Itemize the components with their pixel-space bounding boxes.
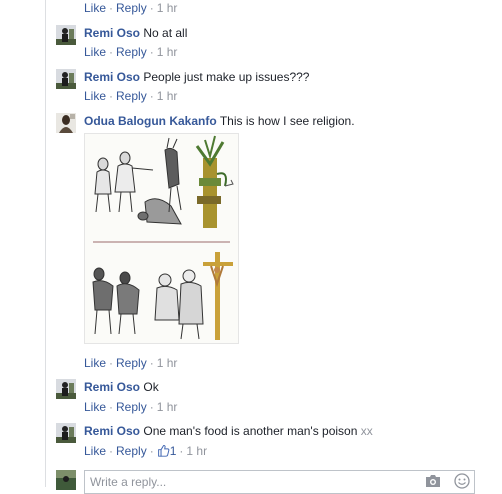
cartoon-image[interactable] <box>84 133 239 344</box>
timestamp[interactable]: 1 hr <box>157 89 178 103</box>
avatar[interactable] <box>56 69 76 89</box>
author-name[interactable]: Remi Oso <box>84 424 140 438</box>
reply-link[interactable]: Reply <box>116 1 147 15</box>
reply-link[interactable]: Reply <box>116 89 147 103</box>
my-avatar <box>56 470 76 490</box>
reply-box <box>84 470 475 494</box>
like-count[interactable]: 1 <box>157 444 176 458</box>
action-row: Like · Reply · 1 hr <box>84 356 178 370</box>
author-name[interactable]: Remi Oso <box>84 380 140 394</box>
action-row: Like · Reply · 1 · 1 hr <box>84 444 208 458</box>
author-name[interactable]: Remi Oso <box>84 70 140 84</box>
timestamp[interactable]: 1 hr <box>157 45 178 59</box>
comment-body: Remi Oso One man's food is another man's… <box>84 424 373 439</box>
comment-body: Remi Oso People just make up issues??? <box>84 70 309 85</box>
comment-text: This is how I see religion. <box>219 114 355 128</box>
author-name[interactable]: Odua Balogun Kakanfo <box>84 114 217 128</box>
like-link[interactable]: Like <box>84 444 106 458</box>
action-row: Like · Reply · 1 hr <box>84 45 178 59</box>
comment-text: One man's food is another man's poison x… <box>143 424 373 438</box>
avatar[interactable] <box>56 113 76 133</box>
avatar[interactable] <box>56 25 76 45</box>
reply-link[interactable]: Reply <box>116 45 147 59</box>
camera-icon[interactable] <box>425 474 441 488</box>
comment-body: Remi Oso Ok <box>84 380 159 395</box>
action-row: Like · Reply · 1 hr <box>84 400 178 414</box>
like-link[interactable]: Like <box>84 45 106 59</box>
avatar[interactable] <box>56 423 76 443</box>
reply-input[interactable] <box>90 474 410 490</box>
like-link[interactable]: Like <box>84 89 106 103</box>
comment-text: People just make up issues??? <box>143 70 310 84</box>
comment-text: Ok <box>143 380 159 394</box>
thumbs-up-icon <box>157 445 170 457</box>
reply-link[interactable]: Reply <box>116 356 147 370</box>
comment-body: Remi Oso No at all <box>84 26 187 41</box>
reply-link[interactable]: Reply <box>116 444 147 458</box>
action-row-top: Like · Reply · 1 hr <box>84 1 178 15</box>
timestamp[interactable]: 1 hr <box>186 444 207 458</box>
timestamp[interactable]: 1 hr <box>157 400 178 414</box>
like-link[interactable]: Like <box>84 400 106 414</box>
timestamp[interactable]: 1 hr <box>157 356 178 370</box>
comment-text: No at all <box>143 26 188 40</box>
like-link[interactable]: Like <box>84 356 106 370</box>
thread-line <box>45 0 46 487</box>
action-row: Like · Reply · 1 hr <box>84 89 178 103</box>
like-link[interactable]: Like <box>84 1 106 15</box>
comment-body: Odua Balogun Kakanfo This is how I see r… <box>84 114 355 129</box>
reply-link[interactable]: Reply <box>116 400 147 414</box>
avatar[interactable] <box>56 379 76 399</box>
timestamp[interactable]: 1 hr <box>157 1 178 15</box>
author-name[interactable]: Remi Oso <box>84 26 140 40</box>
comment-suffix: xx <box>360 424 373 438</box>
